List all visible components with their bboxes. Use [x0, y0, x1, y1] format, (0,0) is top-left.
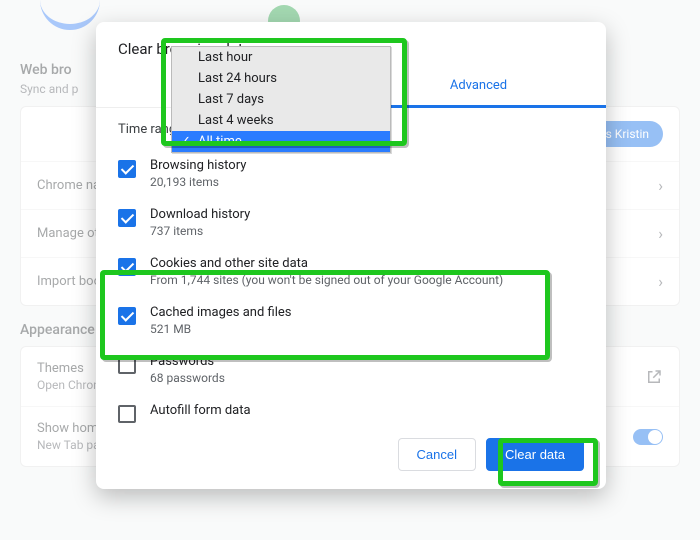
data-type-checkbox[interactable] [118, 209, 136, 227]
data-type-checkbox[interactable] [118, 258, 136, 276]
data-type-item: Cached images and files 521 MB [118, 296, 584, 345]
time-range-option[interactable]: All time [172, 131, 390, 152]
clear-data-button[interactable]: Clear data [486, 438, 584, 471]
data-type-sublabel: 521 MB [150, 322, 291, 336]
data-type-item: Download history 737 items [118, 198, 584, 247]
data-type-label: Passwords [150, 354, 225, 369]
data-type-label: Download history [150, 207, 250, 222]
data-type-checkbox[interactable] [118, 160, 136, 178]
time-range-option[interactable]: Last 24 hours [172, 68, 390, 89]
dialog-actions: Cancel Clear data [96, 432, 606, 471]
time-range-option[interactable]: Last hour [172, 47, 390, 68]
data-type-checkbox[interactable] [118, 405, 136, 423]
time-range-option[interactable]: Last 4 weeks [172, 110, 390, 131]
data-type-sublabel: From 1,744 sites (you won't be signed ou… [150, 273, 503, 287]
data-type-sublabel: 20,193 items [150, 175, 246, 189]
data-type-label: Browsing history [150, 158, 246, 173]
data-type-sublabel: 737 items [150, 224, 250, 238]
data-type-item: Browsing history 20,193 items [118, 149, 584, 198]
data-type-label: Cookies and other site data [150, 256, 503, 271]
data-type-item: Cookies and other site data From 1,744 si… [118, 247, 584, 296]
data-type-sublabel: 68 passwords [150, 371, 225, 385]
data-type-list: Browsing history 20,193 items Download his… [96, 149, 606, 432]
data-type-item: Autofill form data [118, 394, 584, 432]
data-type-label: Cached images and files [150, 305, 291, 320]
time-range-dropdown[interactable]: Last hourLast 24 hoursLast 7 daysLast 4 … [171, 46, 391, 153]
cancel-button[interactable]: Cancel [398, 438, 476, 471]
time-range-option[interactable]: Last 7 days [172, 89, 390, 110]
data-type-item: Passwords 68 passwords [118, 345, 584, 394]
data-type-label: Autofill form data [150, 403, 251, 418]
data-type-checkbox[interactable] [118, 307, 136, 325]
data-type-checkbox[interactable] [118, 356, 136, 374]
